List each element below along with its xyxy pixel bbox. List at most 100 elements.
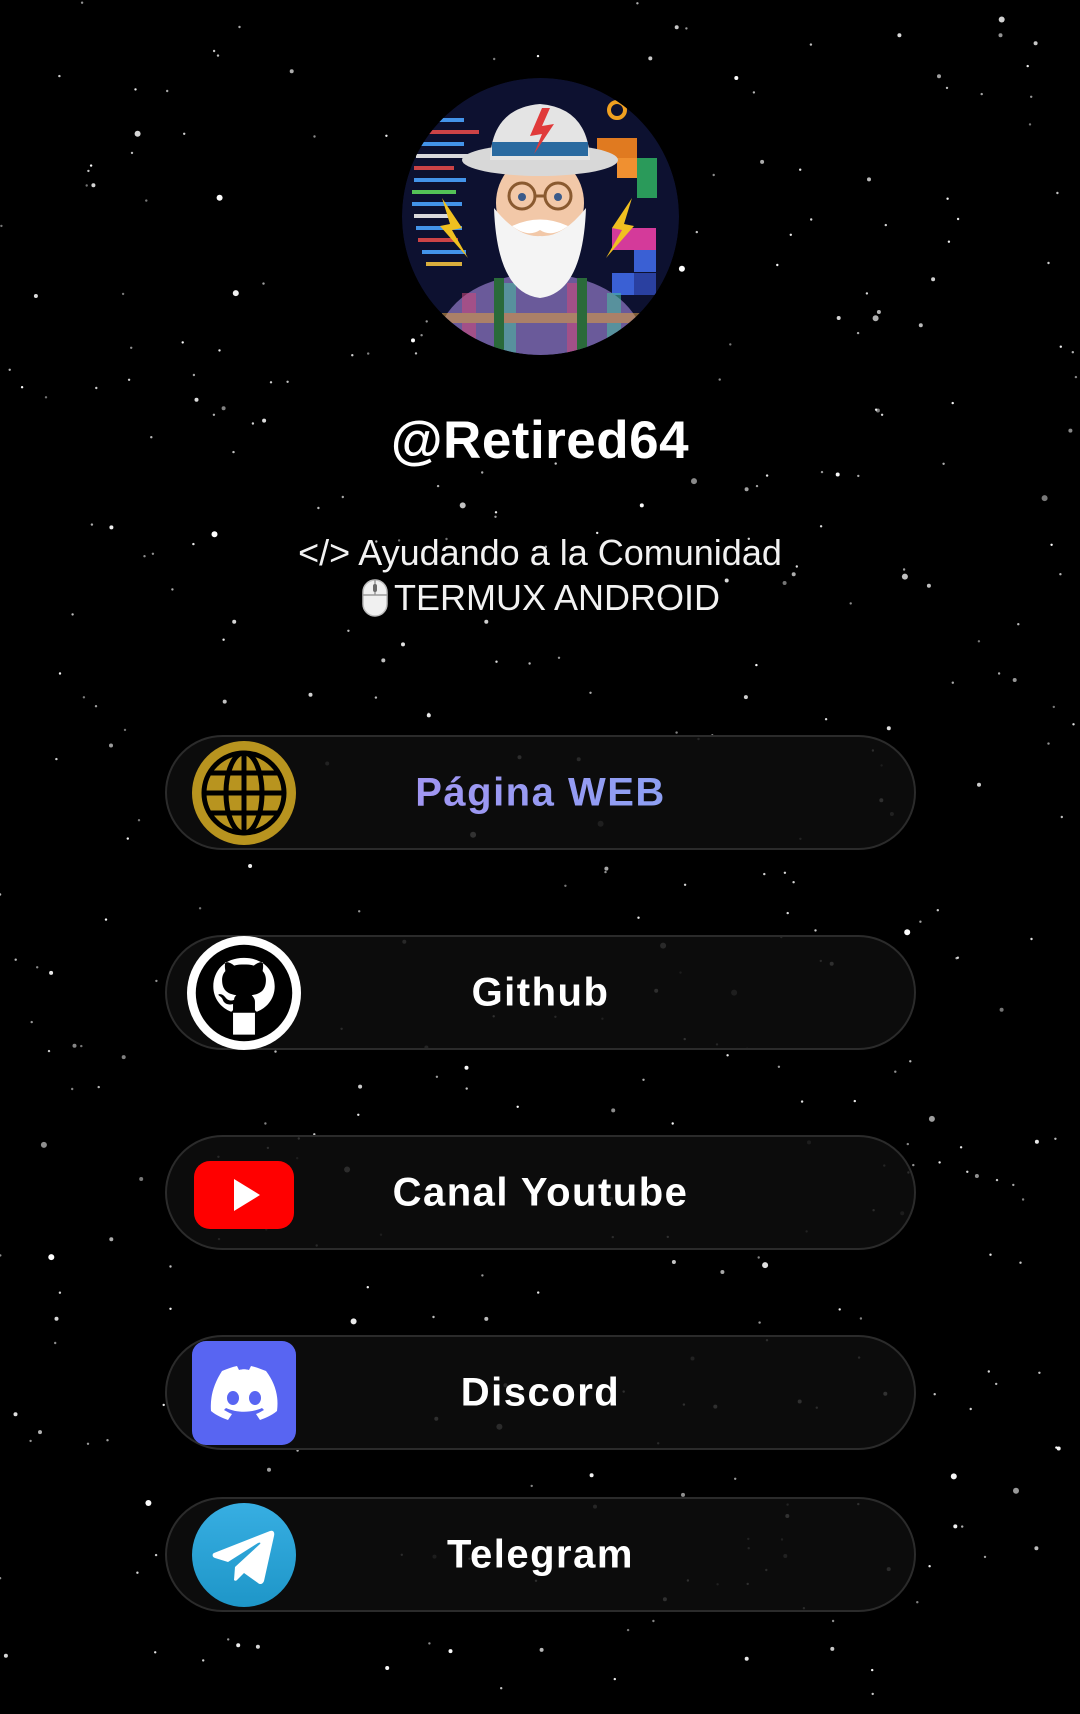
star [136,1571,139,1574]
star [933,1393,936,1396]
link-web-label: Página WEB [167,770,914,815]
star [106,1439,109,1442]
star [3,1653,8,1658]
star [1026,64,1029,68]
star [80,1,84,4]
star [1012,1183,1015,1187]
star [938,1161,941,1164]
link-youtube-label: Canal Youtube [392,1170,689,1214]
star [145,1500,152,1506]
star [951,401,954,405]
star [974,1174,979,1178]
star [72,1043,77,1048]
star [58,672,62,675]
star [1054,1137,1057,1141]
star [1056,1446,1061,1451]
star [1074,375,1078,379]
star [55,757,58,761]
star [86,1442,90,1446]
star [91,183,96,188]
star [989,1253,992,1256]
star [121,292,125,296]
star [1071,351,1075,354]
star [126,837,129,840]
star [1047,261,1050,265]
link-web-button[interactable]: Página WEB [165,735,916,850]
star [946,197,949,200]
star [154,1553,158,1557]
star [44,396,48,399]
link-discord-button[interactable]: Discord [165,1335,916,1450]
star [121,1055,126,1060]
star [49,970,54,975]
star [54,1316,59,1321]
star [998,16,1005,23]
star [134,130,141,137]
star [918,323,923,328]
star [40,1141,47,1148]
star [931,277,936,282]
star [1060,815,1064,819]
star [1047,742,1050,745]
star [0,224,3,228]
star [1019,1261,1022,1264]
star [950,1473,957,1480]
star [109,525,114,530]
star [154,1651,157,1654]
star [87,169,90,173]
star [1052,705,1056,709]
star [916,1601,919,1604]
star [0,1254,2,1257]
star [936,909,939,912]
star [109,1237,114,1242]
star [1072,723,1075,726]
star [90,523,94,526]
star [977,640,981,643]
star [47,1049,51,1053]
star [130,346,133,349]
star [145,199,148,202]
star [1030,95,1033,99]
star [82,696,86,699]
star [956,956,960,959]
star [139,1177,144,1181]
star [33,294,38,298]
star [38,1430,42,1435]
linktree-page: @Retired64 </> Ayudando a la Comunidad T… [0,0,1080,1714]
star [1034,1546,1039,1551]
link-list: Página WEB Github Canal Youtube Discord … [165,0,916,1714]
star [29,1439,32,1443]
star [1033,41,1038,46]
star [58,74,61,78]
link-telegram-label: Telegram [447,1532,634,1576]
star [36,966,39,969]
star [58,1291,62,1294]
star [80,1044,83,1048]
star [97,1085,100,1089]
star [155,979,158,983]
star [983,1555,987,1559]
star [1013,1487,1019,1494]
star [995,1178,999,1182]
star [71,1087,74,1091]
star [137,819,141,822]
star [998,33,1003,38]
star [8,368,11,371]
star [928,1565,931,1568]
link-youtube-button[interactable]: Canal Youtube [165,1135,916,1250]
star [130,151,134,155]
star [104,918,108,921]
star [1038,1371,1041,1375]
star [89,164,93,167]
link-github-button[interactable]: Github [165,935,916,1050]
link-telegram-button[interactable]: Telegram [165,1497,916,1612]
star [937,74,941,79]
star [13,1412,18,1417]
star [123,728,127,732]
star [980,92,983,96]
star [14,958,17,961]
star [953,1524,958,1529]
star [947,240,951,243]
star [94,705,98,708]
star [0,893,2,896]
